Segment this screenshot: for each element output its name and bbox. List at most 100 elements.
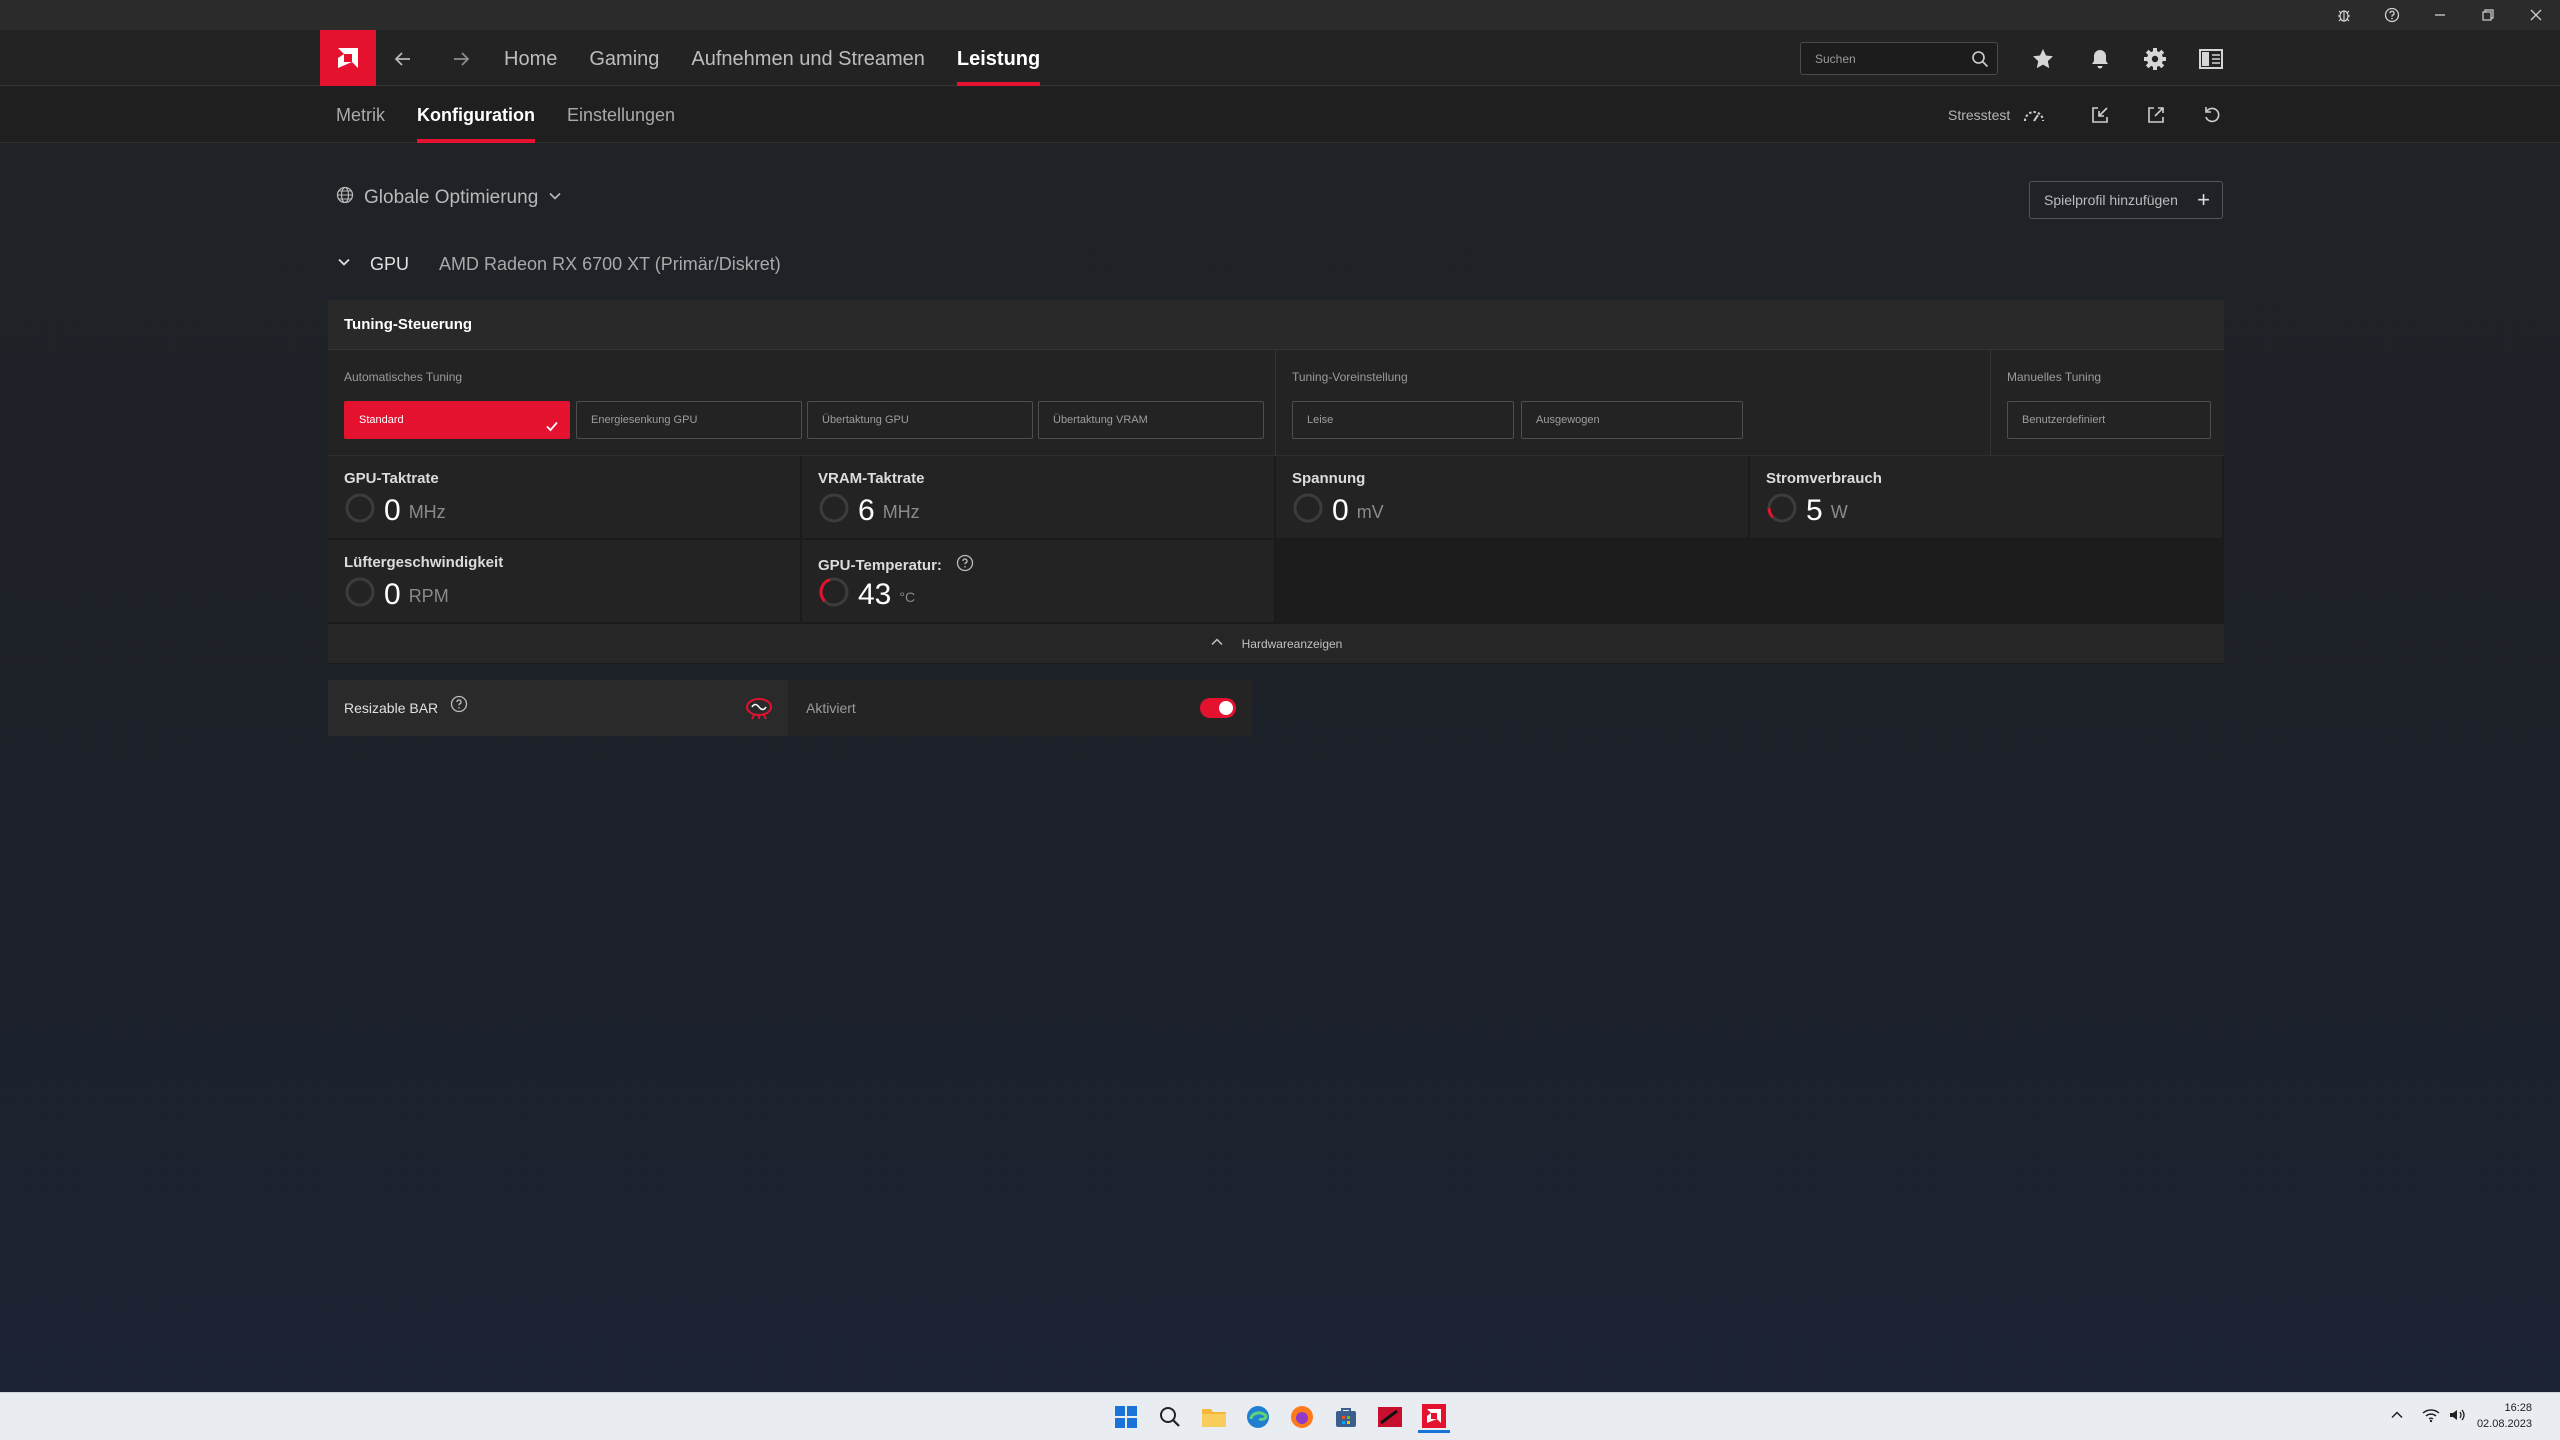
tab-settings[interactable]: Einstellungen	[567, 87, 675, 143]
standard-button[interactable]: Standard	[344, 401, 570, 439]
tab-configuration[interactable]: Konfiguration	[417, 87, 535, 143]
windows-start-icon[interactable]	[1110, 1401, 1142, 1433]
hardware-display-label: Hardwareanzeigen	[1241, 636, 1343, 651]
metric-label: GPU-Taktrate	[344, 470, 439, 487]
tuning-control-panel: Tuning-Steuerung Automatisches Tuning St…	[328, 300, 2224, 664]
resizable-bar-setting: Resizable BAR Aktiviert	[328, 680, 1252, 736]
metric-label: Spannung	[1292, 470, 1366, 487]
help-icon[interactable]	[2368, 0, 2416, 30]
tab-gaming[interactable]: Gaming	[589, 30, 659, 86]
amd-software-taskbar-icon[interactable]	[1418, 1401, 1450, 1433]
tuning-preset-section: Tuning-Voreinstellung Leise Ausgewogen	[1276, 350, 1991, 456]
search-icon[interactable]	[1971, 50, 1989, 73]
forward-arrow-icon[interactable]	[446, 44, 476, 74]
metric-value: 0	[1332, 493, 1349, 527]
help-circle-icon[interactable]	[450, 680, 468, 736]
notifications-bell-icon[interactable]	[2087, 46, 2113, 72]
auto-tuning-section: Automatisches Tuning Standard Energiesen…	[328, 350, 1276, 456]
tuning-options-row: Automatisches Tuning Standard Energiesen…	[328, 350, 2224, 456]
stresstest-gauge-icon[interactable]	[2022, 103, 2046, 127]
reset-icon[interactable]	[2200, 103, 2224, 127]
add-game-profile-button[interactable]: Spielprofil hinzufügen +	[2029, 181, 2223, 219]
gpu-name: AMD Radeon RX 6700 XT (Primär/Diskret)	[439, 254, 781, 274]
gauge-ring-icon	[1766, 492, 1798, 529]
amd-logo-icon[interactable]	[320, 30, 376, 86]
hardware-display-toggle[interactable]: Hardwareanzeigen	[328, 624, 2224, 664]
clock-time: 16:28	[2504, 1402, 2532, 1414]
gpu-overclock-button[interactable]: Übertaktung GPU	[807, 401, 1033, 439]
gauge-ring-icon	[818, 492, 850, 529]
wifi-icon[interactable]	[2422, 1407, 2440, 1428]
quiet-preset-button[interactable]: Leise	[1292, 401, 1514, 439]
resizable-bar-label-group: Resizable BAR	[344, 680, 468, 736]
metric-label: GPU-Temperatur:	[818, 556, 942, 574]
tab-performance[interactable]: Leistung	[956, 30, 1041, 86]
metric-value-group: 5 W	[1766, 492, 1848, 529]
resizable-bar-label-cell: Resizable BAR	[328, 680, 788, 736]
gauge-ring-icon	[818, 576, 850, 613]
close-icon[interactable]	[2512, 0, 2560, 30]
sub-tabs: Metrik Konfiguration Einstellungen	[336, 87, 707, 143]
metric-gpu-clock: GPU-Taktrate 0 MHz	[328, 456, 802, 540]
tuning-preset-label: Tuning-Voreinstellung	[1292, 370, 1408, 384]
plus-icon: +	[2197, 187, 2210, 212]
gpu-undervolt-button[interactable]: Energiesenkung GPU	[576, 401, 802, 439]
metric-unit: mV	[1356, 502, 1384, 522]
metrics-grid: GPU-Taktrate 0 MHz VRAM-Taktrate 6 MHz S…	[328, 456, 2224, 624]
globe-icon	[336, 186, 354, 210]
metric-unit: MHz	[408, 502, 446, 522]
metric-label: VRAM-Taktrate	[818, 470, 925, 487]
import-profile-icon[interactable]	[2088, 103, 2112, 127]
chevron-down-icon[interactable]	[336, 254, 352, 275]
help-circle-icon[interactable]	[956, 554, 974, 576]
metric-unit: RPM	[408, 586, 449, 606]
resizable-bar-status-cell: Aktiviert	[788, 680, 1252, 736]
bug-report-icon[interactable]	[2320, 0, 2368, 30]
search-input[interactable]	[1801, 43, 1961, 74]
metric-unit: MHz	[882, 502, 920, 522]
metrics-empty-area	[1276, 540, 2224, 624]
clock-date: 02.08.2023	[2476, 1418, 2532, 1430]
taskbar-search-icon[interactable]	[1154, 1401, 1186, 1433]
tab-home[interactable]: Home	[504, 30, 557, 86]
vram-overclock-button[interactable]: Übertaktung VRAM	[1038, 401, 1264, 439]
microsoft-store-icon[interactable]	[1330, 1401, 1362, 1433]
metric-value-group: 6 MHz	[818, 492, 920, 529]
resizable-bar-toggle[interactable]	[1200, 698, 1236, 718]
manual-tuning-section: Manuelles Tuning Benutzerdefiniert	[1991, 350, 2224, 456]
checkmark-icon	[545, 412, 559, 448]
gauge-ring-icon	[344, 576, 376, 613]
sidebar-panel-icon[interactable]	[2198, 46, 2224, 72]
favorites-star-icon[interactable]	[2030, 46, 2056, 72]
volume-icon[interactable]	[2448, 1407, 2466, 1428]
metric-value: 0	[384, 493, 401, 527]
tuning-control-title: Tuning-Steuerung	[328, 300, 2224, 350]
metric-unit: °C	[899, 588, 916, 605]
system-clock[interactable]: 16:28 02.08.2023	[2477, 1400, 2532, 1432]
restore-icon[interactable]	[2464, 0, 2512, 30]
gpu-label: GPU	[370, 254, 410, 274]
stresstest-label[interactable]: Stresstest	[1948, 87, 2010, 143]
back-arrow-icon[interactable]	[388, 44, 418, 74]
profile-selector[interactable]: Globale Optimierung	[336, 186, 562, 210]
gpu-section-header[interactable]: GPU AMD Radeon RX 6700 XT (Primär/Diskre…	[336, 254, 781, 275]
tray-chevron-up-icon[interactable]	[2390, 1408, 2404, 1427]
balanced-preset-button[interactable]: Ausgewogen	[1521, 401, 1743, 439]
edge-browser-icon[interactable]	[1242, 1401, 1274, 1433]
custom-tuning-button[interactable]: Benutzerdefiniert	[2007, 401, 2211, 439]
firefox-browser-icon[interactable]	[1286, 1401, 1318, 1433]
tab-metrics[interactable]: Metrik	[336, 87, 385, 143]
system-tray	[2390, 1393, 2466, 1440]
export-profile-icon[interactable]	[2144, 103, 2168, 127]
red-app-icon[interactable]	[1374, 1401, 1406, 1433]
window-title-bar	[0, 0, 2560, 30]
metric-value: 6	[858, 493, 875, 527]
metric-value-group: 0 mV	[1292, 492, 1384, 529]
settings-gear-icon[interactable]	[2142, 46, 2168, 72]
metric-label: Lüftergeschwindigkeit	[344, 554, 504, 571]
auto-tuning-label: Automatisches Tuning	[344, 370, 463, 384]
tab-recording-streaming[interactable]: Aufnehmen und Streamen	[691, 30, 925, 86]
minimize-icon[interactable]	[2416, 0, 2464, 30]
metric-value-group: 0 RPM	[344, 576, 449, 613]
file-explorer-icon[interactable]	[1198, 1401, 1230, 1433]
